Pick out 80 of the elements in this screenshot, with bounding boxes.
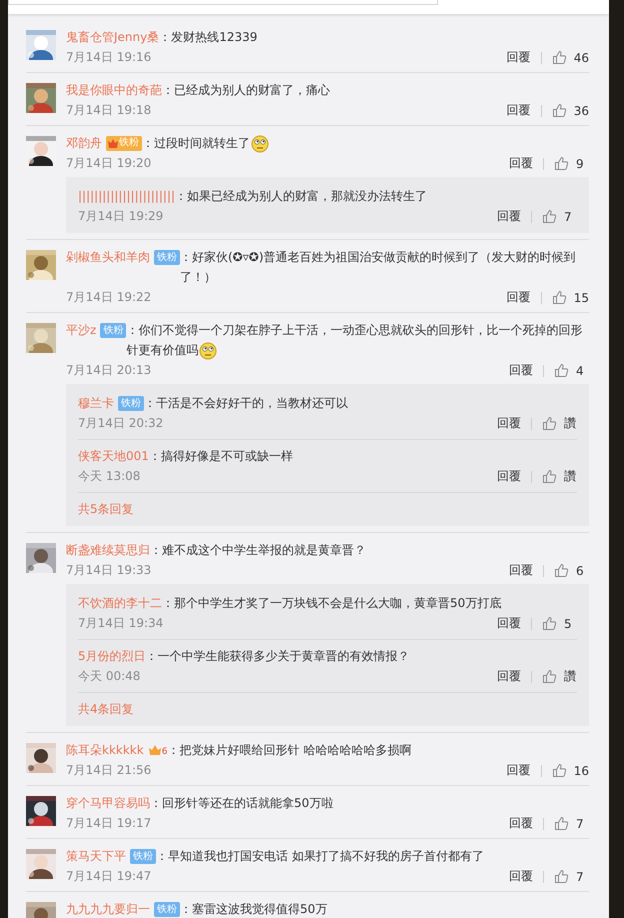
timestamp: 7月14日 19:17	[66, 815, 152, 832]
timestamp: 7月14日 19:34	[78, 615, 164, 632]
like-button[interactable]: 7	[554, 816, 589, 831]
timestamp: 7月14日 19:20	[66, 155, 152, 172]
thumbs-up-icon	[552, 50, 567, 65]
thumbs-up-icon	[542, 669, 557, 684]
comment-text: ：干活是不会好好干的，当教材还可以	[144, 396, 348, 410]
thumbs-up-icon	[554, 363, 569, 378]
reply-link[interactable]: 回覆	[509, 868, 533, 885]
comment-text: ：那个中学生才奖了一万块钱不会是什么大咖，黄章晋50万打底	[162, 596, 502, 610]
comment-text: ：已经成为别人的财富了，痛心	[162, 83, 330, 97]
like-button[interactable]: 讚	[542, 668, 577, 685]
crown-icon	[148, 743, 162, 757]
comment-text: ：把党妹片好喂给回形针 哈哈哈哈哈哈多损啊	[167, 743, 412, 757]
fan-badge: 铁粉	[154, 250, 180, 264]
comment-text: ：过段时间就转生了	[142, 136, 250, 150]
thumbs-up-icon	[542, 469, 557, 484]
comment-text: ：难不成这个中学生举报的就是黄章晋？	[150, 543, 366, 557]
fan-badge: 铁粉	[118, 396, 144, 410]
reply-link[interactable]: 回覆	[506, 102, 531, 119]
reply-link[interactable]: 回覆	[497, 615, 521, 632]
reply-link[interactable]: 回覆	[509, 562, 533, 579]
like-button[interactable]: 9	[554, 156, 589, 171]
reply-link[interactable]: 回覆	[506, 289, 531, 306]
thumbs-up-icon	[542, 209, 557, 224]
like-button[interactable]: 36	[552, 103, 589, 118]
like-button[interactable]: 讚	[542, 415, 577, 432]
timestamp: 7月14日 20:32	[78, 415, 164, 432]
reply-link[interactable]: 回覆	[497, 208, 521, 225]
timestamp: 今天 13:08	[78, 468, 140, 485]
like-button[interactable]: 16	[552, 763, 589, 778]
thumbs-up-icon	[552, 103, 567, 118]
reply-link[interactable]: 回覆	[509, 155, 533, 172]
thumbs-up-icon	[554, 156, 569, 171]
timestamp: 今天 00:48	[78, 668, 140, 685]
comment-text: ：塞雷这波我觉得值得50万	[180, 902, 328, 916]
like-button[interactable]: 46	[552, 50, 589, 65]
timestamp: 7月14日 19:33	[66, 562, 152, 579]
comment-text: ：好家伙(✪▿✪)普通老百姓为祖国治安做贡献的时候到了（发大财的时候到了！）	[180, 250, 576, 284]
thumbs-up-icon	[552, 763, 567, 778]
comment-text: ：你们不觉得一个刀架在脖子上干活，一动歪心思就砍头的回形针，比一个死掉的回形针更有价值吗	[126, 323, 582, 357]
like-button[interactable]: 5	[542, 616, 577, 631]
thumbs-up-icon	[542, 616, 557, 631]
comment-text: ：搞得好像是不可或缺一样	[148, 449, 293, 463]
timestamp: 7月14日 19:18	[66, 102, 152, 119]
like-button[interactable]: 7	[554, 869, 589, 884]
reply-link[interactable]: 回覆	[497, 668, 521, 685]
reply-link[interactable]: 回覆	[497, 468, 521, 485]
comment-text: ：如果已经成为别人的财富，那就没办法转生了	[175, 189, 428, 203]
like-button[interactable]: 6	[554, 563, 589, 578]
like-button[interactable]: 15	[552, 290, 589, 305]
timestamp: 7月14日 19:16	[66, 49, 152, 66]
thumbs-up-icon	[554, 563, 569, 578]
fan-badge: 铁粉	[130, 848, 156, 864]
like-button[interactable]: 4	[554, 363, 589, 378]
vip-level-label: 6	[162, 746, 168, 759]
timestamp: 7月14日 20:13	[66, 362, 152, 379]
reply-link[interactable]: 回覆	[509, 815, 533, 832]
thumbs-up-icon	[554, 869, 569, 884]
thumbs-up-icon	[552, 290, 567, 305]
reply-link[interactable]: 回覆	[506, 762, 531, 779]
timestamp: 7月14日 19:47	[66, 868, 152, 885]
reply-link[interactable]: 回覆	[506, 49, 531, 66]
fan-badge: 铁粉	[100, 322, 126, 338]
comment-text: ：发财热线12339	[159, 30, 258, 44]
timestamp: 7月14日 19:22	[66, 289, 152, 306]
comment-text: ：早知道我也打国安电话 如果打了搞不好我的房子首付都有了	[156, 849, 484, 863]
thumbs-up-icon	[542, 416, 557, 431]
crown-icon	[107, 137, 119, 149]
fan-badge: 铁粉	[106, 136, 142, 150]
reply-link[interactable]: 回覆	[509, 362, 533, 379]
comment-text: ：一个中学生能获得多少关于黄章晋的有效情报？	[146, 649, 410, 663]
like-button[interactable]: 讚	[542, 468, 577, 485]
timestamp: 7月14日 19:29	[78, 208, 164, 225]
fan-badge: 铁粉	[154, 902, 180, 916]
timestamp: 7月14日 21:56	[66, 762, 152, 779]
reply-link[interactable]: 回覆	[497, 415, 521, 432]
thumbs-up-icon	[554, 816, 569, 831]
like-button[interactable]: 7	[542, 209, 577, 224]
comment-text: ：回形针等还在的话就能拿50万啦	[150, 796, 334, 810]
